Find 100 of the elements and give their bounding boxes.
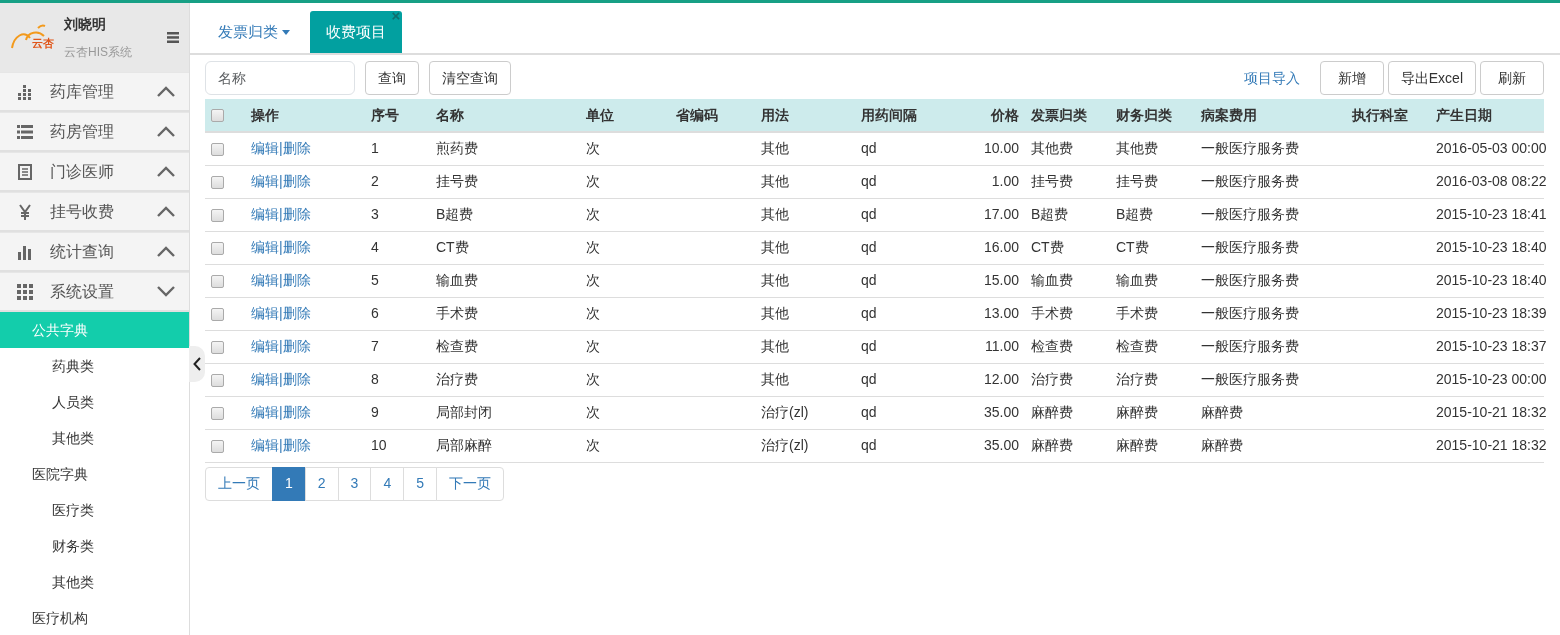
table-cell: 次 (586, 173, 600, 189)
edit-link[interactable]: 编辑 (251, 173, 279, 189)
row-checkbox[interactable] (211, 307, 224, 321)
separator: | (279, 239, 283, 255)
import-link[interactable]: 项目导入 (1243, 67, 1300, 89)
table-cell: 检查费 (1031, 338, 1073, 354)
row-checkbox[interactable] (211, 274, 224, 288)
submenu-item[interactable]: 药典类 (0, 348, 189, 384)
sidebar-menu-item[interactable]: 统计查询 (0, 232, 189, 272)
table-cell: 2016-05-03 00:00 (1436, 140, 1547, 157)
table-cell: 2015-10-21 18:32 (1436, 404, 1547, 420)
table-cell: 13.00 (983, 305, 1019, 321)
table-cell: 9 (371, 404, 379, 420)
table-cell: 一般医疗服务费 (1201, 173, 1299, 189)
table-cell: 次 (586, 404, 600, 420)
select-all-checkbox[interactable] (211, 109, 224, 123)
toolbar-button[interactable]: 刷新 (1480, 61, 1544, 95)
edit-link[interactable]: 编辑 (251, 272, 279, 288)
column-header: 名称 (430, 99, 580, 132)
table-cell: 一般医疗服务费 (1201, 140, 1299, 157)
edit-link[interactable]: 编辑 (251, 140, 279, 157)
table-cell: 其他费 (1031, 140, 1073, 157)
page-button[interactable]: 3 (337, 466, 372, 501)
submenu-item[interactable]: 人员类 (0, 384, 189, 420)
table-cell: 7 (371, 338, 379, 354)
table-cell: 挂号费 (1031, 173, 1073, 189)
table-cell: 其他 (761, 140, 789, 157)
edit-link[interactable]: 编辑 (251, 305, 279, 321)
toolbar-button[interactable]: 导出Excel (1387, 61, 1476, 95)
tab[interactable]: 收费项目 × (310, 11, 403, 53)
collapse-handle[interactable] (189, 346, 205, 382)
table-cell: 次 (586, 338, 600, 354)
edit-link[interactable]: 编辑 (251, 404, 279, 420)
table-cell: 6 (371, 305, 379, 321)
row-checkbox[interactable] (211, 373, 224, 387)
table-cell: 挂号费 (1116, 173, 1158, 189)
table-cell: 2015-10-23 00:00 (1436, 371, 1547, 387)
row-checkbox[interactable] (211, 241, 224, 255)
row-checkbox[interactable] (211, 175, 224, 189)
table-cell: 麻醉费 (1116, 404, 1158, 420)
table-cell: 局部麻醉 (436, 437, 492, 453)
table-cell: 次 (586, 140, 600, 157)
document-icon (18, 163, 32, 180)
submenu-item[interactable]: 其他类 (0, 420, 189, 456)
sidebar-menu-item[interactable]: 系统设置 (0, 272, 189, 312)
separator: | (279, 140, 283, 157)
row-checkbox[interactable] (211, 340, 224, 354)
edit-link[interactable]: 编辑 (251, 371, 279, 387)
table-cell: 次 (586, 437, 600, 453)
table-cell: 麻醉费 (1201, 437, 1243, 453)
sidebar-menu-item[interactable]: 挂号收费 (0, 192, 189, 232)
row-checkbox[interactable] (211, 439, 224, 453)
submenu-item[interactable]: 医疗类 (0, 492, 189, 528)
page-button[interactable]: 4 (370, 466, 405, 501)
table-cell: B超费 (436, 206, 474, 222)
table-cell: 其他 (761, 305, 789, 321)
toolbar-button[interactable]: 新增 (1319, 61, 1384, 95)
search-field[interactable]: 名称 (205, 61, 355, 95)
table-cell: 3 (371, 206, 379, 222)
table-cell: 2 (371, 173, 379, 189)
sidebar-menu-item[interactable]: 药房管理 (0, 112, 189, 152)
submenu-item[interactable]: 医院字典 (0, 456, 189, 492)
table-cell: 煎药费 (436, 140, 478, 157)
column-header: 单位 (580, 99, 670, 132)
edit-link[interactable]: 编辑 (251, 239, 279, 255)
sidebar-menu-item[interactable]: 药库管理 (0, 72, 189, 112)
edit-link[interactable]: 编辑 (251, 437, 279, 453)
row-checkbox[interactable] (211, 143, 224, 157)
page-button[interactable]: 5 (403, 466, 437, 501)
table-cell: 其他 (761, 371, 789, 387)
column-header: 病案费用 (1195, 99, 1346, 132)
toolbar-button[interactable]: 清空查询 (429, 61, 511, 95)
sidebar-menu-item[interactable]: 门诊医师 (0, 152, 189, 192)
submenu-item[interactable]: 其他类 (0, 564, 189, 600)
tab[interactable]: 发票归类 (212, 19, 297, 53)
page-button[interactable]: 上一页 (205, 466, 273, 501)
table-cell: B超费 (1031, 206, 1069, 222)
submenu-item[interactable]: 医疗机构 (0, 600, 189, 635)
submenu-item[interactable]: 财务类 (0, 528, 189, 564)
menu-icon[interactable] (167, 32, 179, 43)
table-cell: 35.00 (983, 404, 1019, 420)
table-cell: 挂号费 (436, 173, 478, 189)
table-cell: 次 (586, 305, 600, 321)
table-cell: 其他 (761, 173, 789, 189)
table-cell: 12.00 (983, 371, 1019, 387)
row-checkbox[interactable] (211, 208, 224, 222)
logo: 云杏 (10, 19, 58, 56)
page-button[interactable]: 下一页 (436, 466, 504, 501)
column-header: 财务归类 (1110, 99, 1195, 132)
table-cell: 次 (586, 272, 600, 288)
toolbar-button[interactable]: 查询 (365, 61, 419, 95)
edit-link[interactable]: 编辑 (251, 338, 279, 354)
column-header: 用法 (755, 99, 855, 132)
table-cell: CT费 (1116, 239, 1149, 255)
edit-link[interactable]: 编辑 (251, 206, 279, 222)
table-cell: 局部封闭 (436, 404, 492, 420)
page-button[interactable]: 2 (304, 466, 339, 501)
table-cell: qd (861, 140, 877, 157)
row-checkbox[interactable] (211, 406, 224, 420)
page-button[interactable]: 1 (272, 466, 306, 501)
